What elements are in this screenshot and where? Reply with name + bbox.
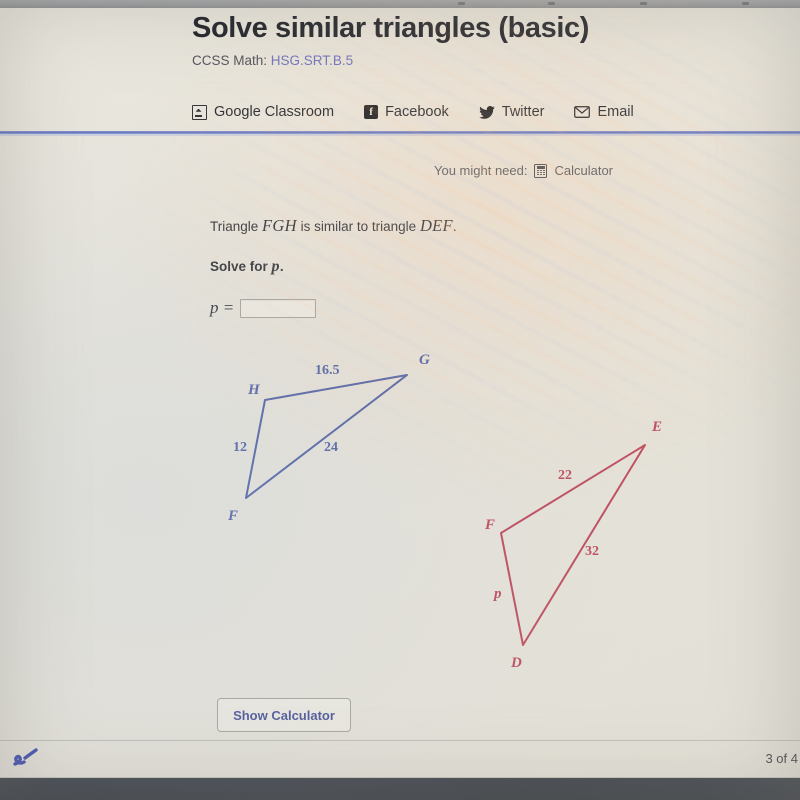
share-google-classroom-label: Google Classroom: [214, 104, 335, 120]
vertex-label-d: D: [511, 655, 522, 671]
footer-divider: [0, 740, 800, 741]
vertex-label-g: G: [419, 352, 430, 368]
browser-chrome-strip: [0, 0, 800, 8]
share-email[interactable]: Email: [574, 104, 634, 120]
statement-mid: is similar to triangle: [300, 219, 417, 234]
facebook-icon: f: [364, 105, 379, 119]
share-row: Google Classroom f Facebook Twitter Emai…: [192, 104, 634, 120]
calculator-hint: You might need: Calculator: [434, 163, 613, 178]
side-label-hg: 16.5: [315, 363, 340, 378]
pen-scribble-icon: [10, 745, 44, 776]
vertex-label-f-red: F: [485, 517, 496, 533]
google-classroom-icon: [192, 104, 207, 120]
show-calculator-button[interactable]: Show Calculator: [217, 698, 351, 732]
ccss-standard: CCSS Math: HSG.SRT.B.5: [192, 53, 792, 68]
exercise-header: Solve similar triangles (basic) CCSS Mat…: [192, 12, 792, 68]
ccss-code-link[interactable]: HSG.SRT.B.5: [271, 53, 353, 68]
side-label-p: p: [494, 586, 502, 602]
side-label-ed: 32: [585, 544, 599, 559]
ccss-prefix: CCSS Math:: [192, 53, 268, 69]
side-label-fg: 24: [324, 440, 338, 455]
page-counter: 3 of 4: [765, 751, 798, 766]
statement-triangle-1: FGH: [262, 216, 297, 235]
share-facebook[interactable]: f Facebook: [364, 104, 449, 120]
device-bezel: [0, 778, 800, 800]
header-divider-glow: [0, 134, 800, 136]
vertex-label-h: H: [248, 382, 260, 398]
problem-statement: Triangle FGH is similar to triangle DEF.: [210, 216, 457, 236]
email-icon: [574, 106, 591, 118]
page-surface: [0, 8, 800, 778]
share-twitter[interactable]: Twitter: [478, 104, 545, 120]
answer-prefix: p =: [210, 298, 235, 317]
share-email-label: Email: [597, 104, 634, 120]
side-label-fh: 12: [233, 440, 247, 455]
vertex-label-e: E: [652, 419, 663, 435]
share-twitter-label: Twitter: [501, 104, 545, 120]
statement-triangle-2: DEF: [419, 216, 453, 235]
calculator-icon: [534, 163, 548, 178]
side-label-fe: 22: [558, 468, 572, 483]
statement-end: .: [452, 219, 457, 234]
solve-end: .: [279, 259, 284, 274]
answer-row: p =: [210, 298, 317, 318]
share-google-classroom[interactable]: Google Classroom: [192, 104, 334, 120]
statement-pre: Triangle: [210, 219, 259, 234]
vertex-label-f-blue: F: [228, 508, 239, 524]
screenshot-root: Solve similar triangles (basic) CCSS Mat…: [0, 0, 800, 800]
calculator-link[interactable]: Calculator: [554, 163, 613, 178]
solve-instruction: Solve for p.: [210, 258, 284, 276]
solve-variable: p: [271, 258, 280, 275]
share-facebook-label: Facebook: [385, 104, 449, 120]
page-title: Solve similar triangles (basic): [192, 12, 589, 44]
solve-pre: Solve for: [210, 259, 268, 274]
calculator-hint-label: You might need:: [434, 163, 528, 178]
twitter-icon: [478, 105, 495, 119]
answer-input[interactable]: [240, 298, 317, 318]
